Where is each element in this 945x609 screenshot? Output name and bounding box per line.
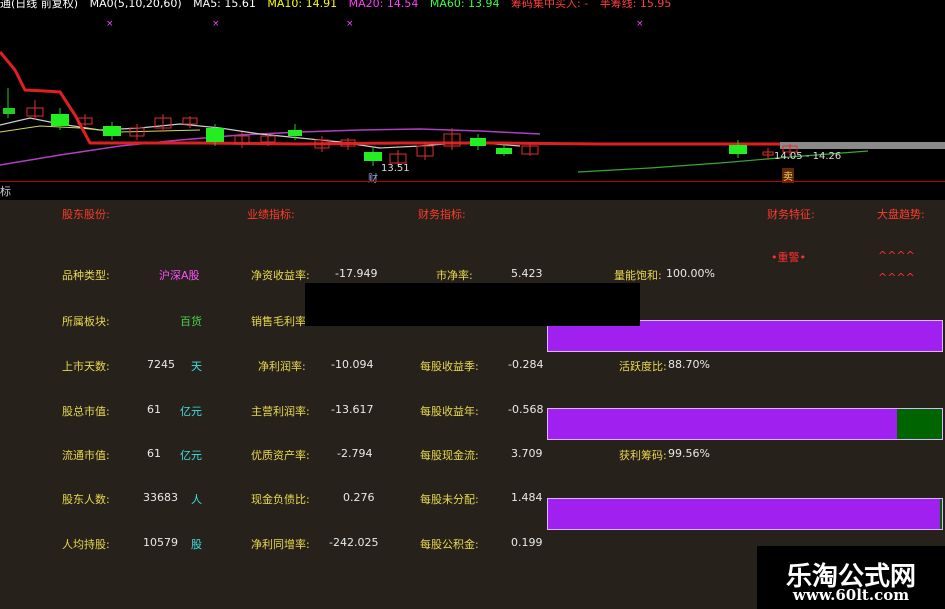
value-quality-assets: -2.794 <box>337 447 373 460</box>
value-avg-holding: 10579 <box>143 536 178 549</box>
label-activity-ratio: 活跃度比: <box>619 360 667 373</box>
header-shareholders: 股东股份: <box>62 208 110 221</box>
unit-avg-holding: 股 <box>191 538 202 551</box>
value-profit-chips: 99.56% <box>668 447 710 460</box>
unit-total-mcap: 亿元 <box>180 405 202 418</box>
header-performance: 业绩指标: <box>247 208 295 221</box>
label-eps-year: 每股收益年: <box>420 405 479 418</box>
kline-chart[interactable]: 通(日线 前复权) MA0(5,10,20,60) MA5: 15.61 MA1… <box>0 0 945 200</box>
value-eps-quarter: -0.284 <box>508 358 544 371</box>
value-sector: 百货 <box>180 315 202 328</box>
value-roe: -17.949 <box>335 267 378 280</box>
activity-ratio-bar <box>547 408 943 440</box>
value-cash-debt: 0.276 <box>343 491 375 504</box>
trend-arrows-2: ^^^^ <box>878 271 915 284</box>
watermark: 乐淘公式网 www.60lt.com <box>757 546 945 609</box>
candlesticks <box>3 88 798 166</box>
label-roe: 净资收益率: <box>251 269 310 282</box>
label-pb: 市净率: <box>436 269 473 282</box>
profit-chips-bar <box>547 498 943 530</box>
label-gross-margin: 销售毛利率: <box>251 315 310 328</box>
label-float-mcap: 流通市值: <box>62 449 110 462</box>
value-eps-year: -0.568 <box>508 403 544 416</box>
value-holders: 33683 <box>143 491 178 504</box>
value-undistributed: 1.484 <box>511 491 543 504</box>
header-financial: 财务指标: <box>418 208 466 221</box>
label-eps-quarter: 每股收益季: <box>420 360 479 373</box>
label-sector: 所属板块: <box>62 315 110 328</box>
label-op-margin: 主营利润率: <box>251 405 310 418</box>
label-reserve: 每股公积金: <box>420 538 479 551</box>
unit-holders: 人 <box>191 493 202 506</box>
label-volume-saturation: 量能饱和: <box>614 269 662 282</box>
price-range-label: 14.05 - 14.26 <box>774 151 842 162</box>
value-volume-saturation: 100.00% <box>666 267 715 280</box>
watermark-url: www.60lt.com <box>792 586 910 604</box>
unit-listed-days: 天 <box>191 360 202 373</box>
label-total-mcap: 股总市值: <box>62 405 110 418</box>
value-float-mcap: 61 <box>147 447 161 460</box>
label-listed-days: 上市天数: <box>62 360 110 373</box>
value-op-margin: -13.617 <box>331 403 374 416</box>
finance-tag[interactable]: 财 <box>368 170 378 185</box>
chart-separator <box>0 181 945 182</box>
label-profit-growth: 净利同增率: <box>251 538 310 551</box>
value-cash-per-share: 3.709 <box>511 447 543 460</box>
signal-marker: × <box>212 19 220 29</box>
trend-arrows-1: ^^^^ <box>878 249 915 262</box>
label-holders: 股东人数: <box>62 493 110 506</box>
label-cash-debt: 现金负债比: <box>251 493 310 506</box>
label-profit-chips: 获利筹码: <box>619 449 667 462</box>
value-type: 沪深A股 <box>159 269 200 282</box>
indicator-axis-label: 标 <box>0 185 11 198</box>
heavy-alert: •重警• <box>771 251 806 264</box>
label-undistributed: 每股未分配: <box>420 493 479 506</box>
header-market-trend: 大盘趋势: <box>877 208 925 221</box>
price-band <box>780 142 945 149</box>
label-type: 品种类型: <box>62 269 110 282</box>
low-price-label: 13.51 <box>381 163 410 174</box>
value-net-margin: -10.094 <box>331 358 374 371</box>
unit-float-mcap: 亿元 <box>180 449 202 462</box>
value-listed-days: 7245 <box>147 358 175 371</box>
value-profit-growth: -242.025 <box>329 536 379 549</box>
label-net-margin: 净利润率: <box>258 360 306 373</box>
label-quality-assets: 优质资产率: <box>251 449 310 462</box>
value-reserve: 0.199 <box>511 536 543 549</box>
signal-marker: × <box>106 19 114 29</box>
value-activity-ratio: 88.70% <box>668 358 710 371</box>
bar-remainder <box>940 499 942 529</box>
redaction-block <box>305 283 640 326</box>
signal-marker: × <box>346 19 354 29</box>
signal-marker: × <box>636 19 644 29</box>
label-avg-holding: 人均持股: <box>62 538 110 551</box>
ma10-line <box>0 125 201 133</box>
header-features: 财务特征: <box>767 208 815 221</box>
value-pb: 5.423 <box>511 267 543 280</box>
bar-remainder <box>897 409 942 439</box>
value-total-mcap: 61 <box>147 403 161 416</box>
label-cash-per-share: 每股现金流: <box>420 449 479 462</box>
